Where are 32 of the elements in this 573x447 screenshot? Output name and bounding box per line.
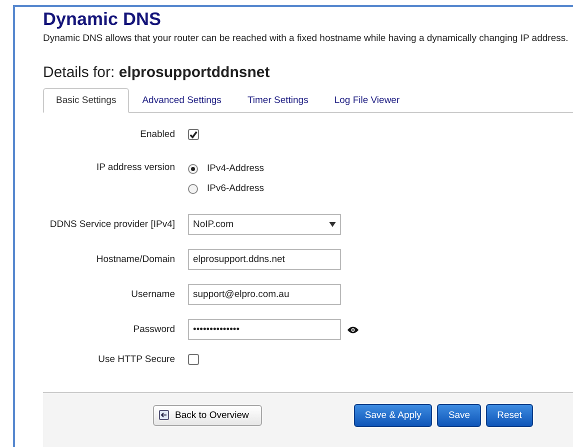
field-label: Password [132, 324, 176, 335]
field-label: DDNS Service provider [IPv4] [48, 219, 176, 230]
page-description: Dynamic DNS allows that your router can be reached with a fixed hostname while having a dynamically changing IP address. [43, 33, 570, 44]
tab[interactable]: Log File Viewer [321, 88, 413, 113]
radio-button[interactable] [188, 164, 198, 174]
field-label: IP address version [95, 162, 176, 173]
back-arrow-icon [159, 410, 169, 420]
caret-icon [329, 222, 336, 227]
details-name: elprosupportddnsnet [118, 64, 270, 81]
field-label: Enabled [139, 129, 176, 140]
checkbox[interactable] [188, 129, 199, 140]
tab[interactable]: Advanced Settings [129, 88, 234, 113]
radio-button[interactable] [188, 184, 198, 194]
tab[interactable]: Timer Settings [234, 88, 322, 113]
back-button[interactable]: Back to Overview [153, 404, 262, 426]
input-field[interactable]: •••••••••••••• [188, 319, 341, 340]
radio-label: IPv4-Address [207, 163, 264, 174]
tab[interactable]: Basic Settings [43, 88, 130, 113]
checkbox[interactable] [188, 354, 199, 365]
provider-dropdown[interactable]: NoIP.com [188, 214, 341, 235]
field-label: Hostname/Domain [95, 254, 176, 265]
eye-icon[interactable] [347, 326, 359, 334]
page-title: Dynamic DNS [43, 9, 162, 30]
input-field[interactable]: elprosupport.ddns.net [188, 249, 341, 270]
action-button[interactable]: Reset [486, 404, 533, 426]
input-field[interactable]: support@elpro.com.au [188, 284, 341, 305]
field-label: Use HTTP Secure [97, 354, 176, 365]
action-button[interactable]: Save [437, 404, 482, 426]
details-label: Details for: [43, 64, 115, 81]
radio-label: IPv6-Address [207, 183, 264, 194]
field-label: Username [130, 289, 176, 300]
action-button[interactable]: Save & Apply [354, 404, 432, 426]
